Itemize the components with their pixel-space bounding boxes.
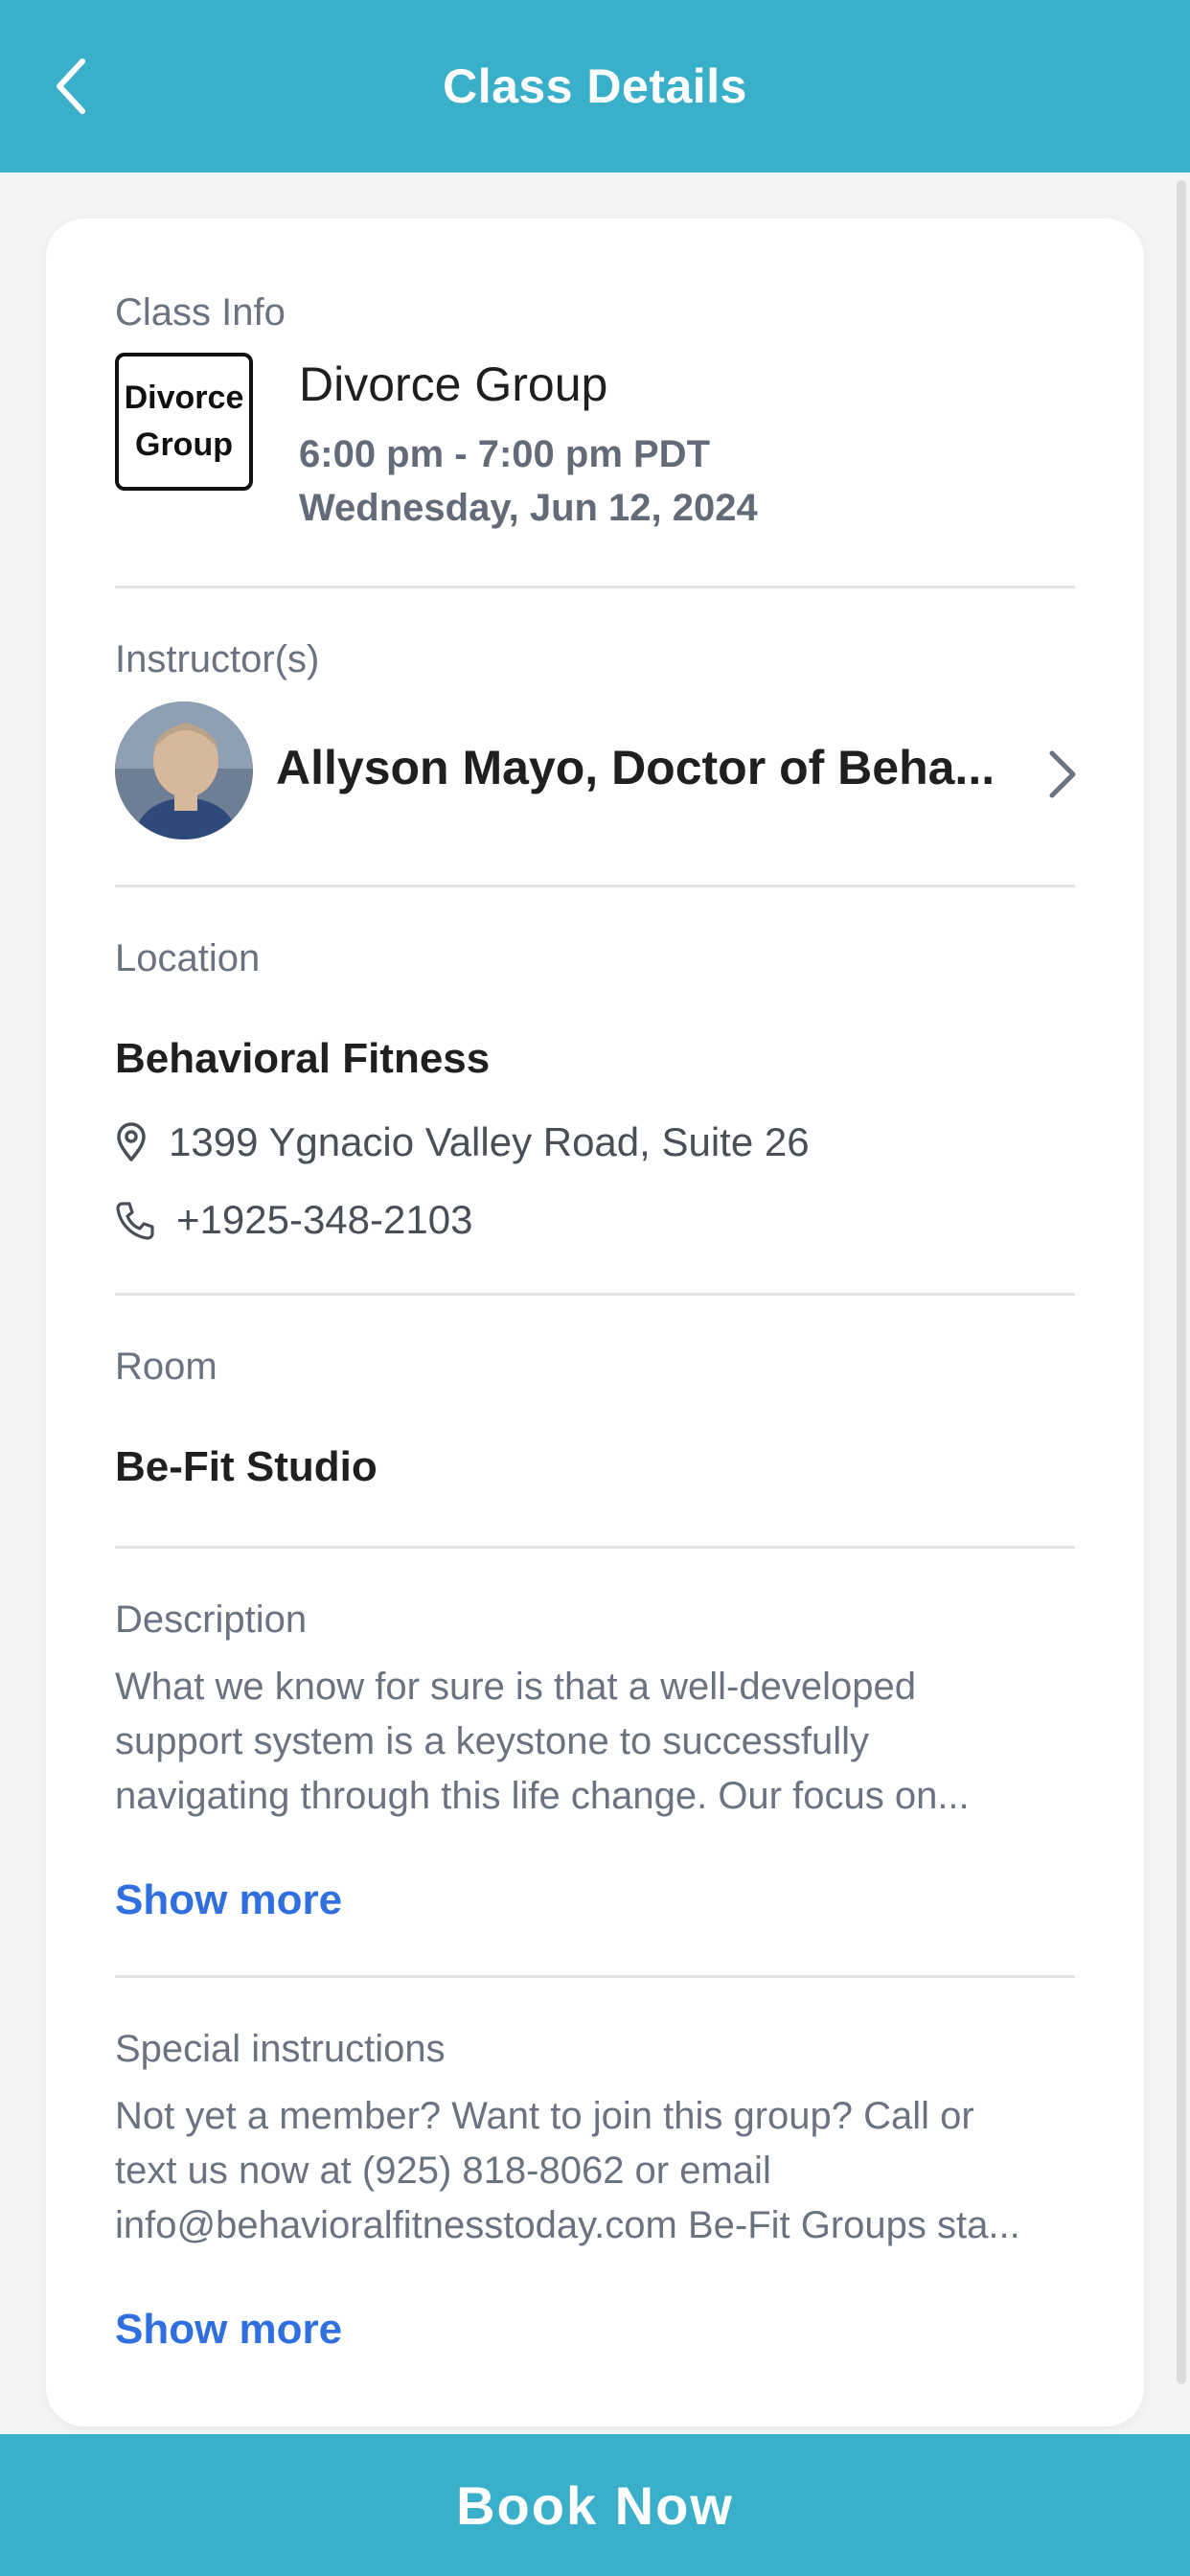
- back-button[interactable]: [42, 48, 100, 125]
- instructor-name[interactable]: Allyson Mayo, Doctor of Beha...: [276, 740, 1042, 795]
- class-info-label: Class Info: [115, 291, 286, 334]
- room-label: Room: [115, 1346, 217, 1388]
- divider: [115, 1293, 1075, 1296]
- map-pin-icon: [117, 1122, 146, 1162]
- class-thumbnail-text: Divorce Group: [124, 379, 244, 463]
- class-thumbnail: Divorce Group: [115, 353, 253, 491]
- description-text: What we know for sure is that a well-dev…: [115, 1660, 1083, 1824]
- divider: [115, 1546, 1075, 1549]
- location-name: Behavioral Fitness: [115, 1035, 491, 1082]
- chevron-right-icon: [1049, 750, 1076, 798]
- phone-icon: [116, 1202, 154, 1240]
- scrollbar[interactable]: [1177, 180, 1186, 2384]
- special-instructions-text: Not yet a member? Want to join this grou…: [115, 2089, 1083, 2253]
- location-address: 1399 Ygnacio Valley Road, Suite 26: [169, 1119, 810, 1164]
- divider: [115, 885, 1075, 887]
- instructors-label: Instructor(s): [115, 638, 320, 680]
- class-name: Divorce Group: [299, 357, 608, 411]
- avatar-image: [115, 702, 253, 840]
- instructor-avatar[interactable]: [115, 702, 253, 840]
- location-phone-row[interactable]: +1925-348-2103: [115, 1197, 472, 1243]
- special-instructions-label: Special instructions: [115, 2028, 446, 2070]
- divider: [115, 1975, 1075, 1978]
- chevron-left-icon: [57, 58, 85, 114]
- location-phone: +1925-348-2103: [176, 1197, 473, 1242]
- book-now-button[interactable]: Book Now: [0, 2434, 1190, 2576]
- special-instructions-line: text us now at (925) 818-8062 or email: [115, 2150, 771, 2192]
- divider: [115, 586, 1075, 588]
- special-instructions-show-more-button[interactable]: Show more: [115, 2306, 342, 2354]
- location-address-row[interactable]: 1399 Ygnacio Valley Road, Suite 26: [115, 1119, 810, 1165]
- description-show-more-button[interactable]: Show more: [115, 1876, 342, 1924]
- class-time: 6:00 pm - 7:00 pm PDT: [299, 433, 711, 475]
- description-line: navigating through this life change. Our…: [115, 1775, 970, 1817]
- description-label: Description: [115, 1598, 308, 1641]
- class-date: Wednesday, Jun 12, 2024: [299, 487, 758, 529]
- room-name: Be-Fit Studio: [115, 1443, 378, 1490]
- page-title: Class Details: [443, 59, 747, 113]
- description-line: support system is a keystone to successf…: [115, 1720, 869, 1762]
- special-instructions-line: Not yet a member? Want to join this grou…: [115, 2095, 974, 2137]
- class-details-card: Class Info Divorce Group Divorce Group 6…: [46, 218, 1144, 2426]
- book-now-label: Book Now: [456, 2474, 734, 2536]
- special-instructions-line: info@behavioralfitnesstoday.com Be-Fit G…: [115, 2204, 1020, 2246]
- app-header: Class Details: [0, 0, 1190, 172]
- description-line: What we know for sure is that a well-dev…: [115, 1666, 916, 1708]
- instructor-detail-button[interactable]: [1042, 746, 1081, 803]
- location-label: Location: [115, 937, 261, 979]
